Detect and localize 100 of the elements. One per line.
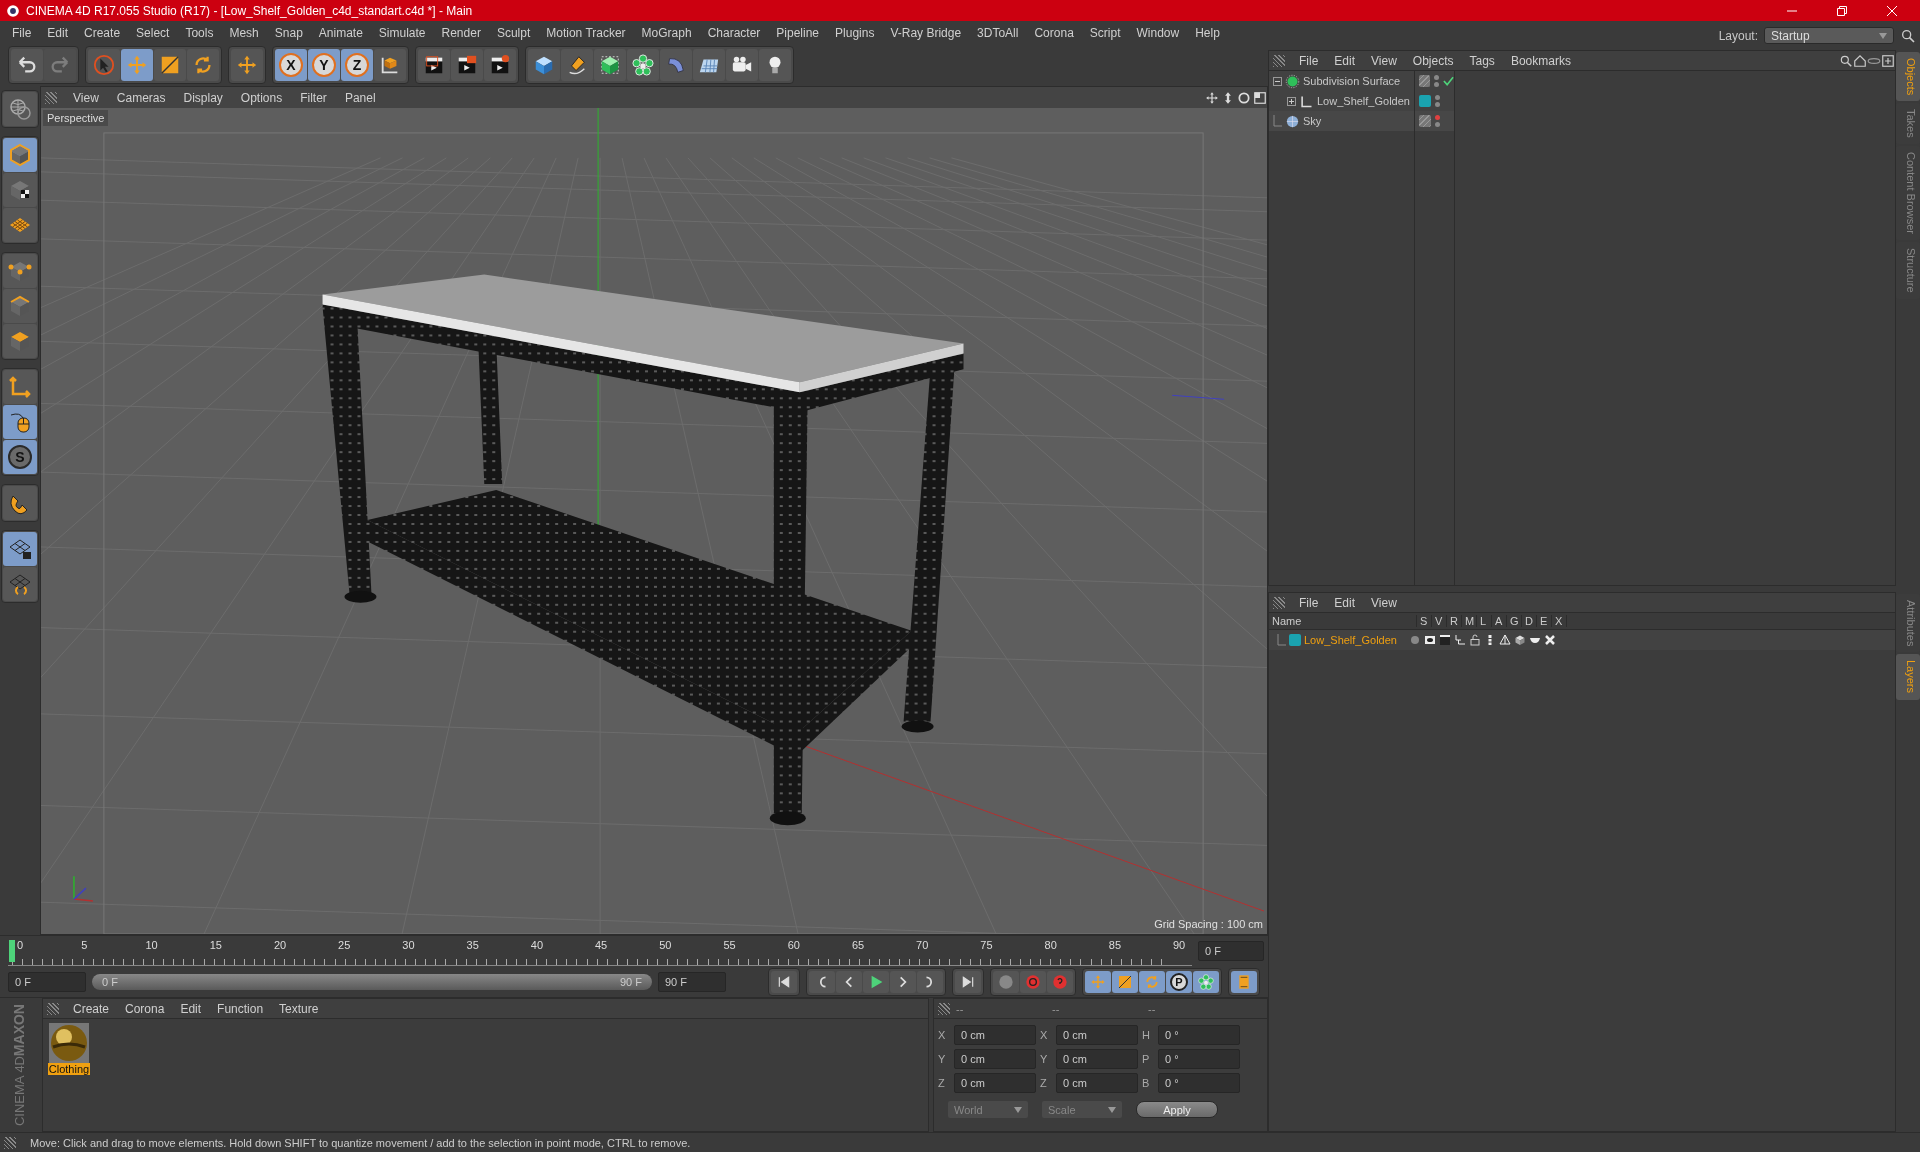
menu-item[interactable]: Edit <box>39 25 77 40</box>
menu-item[interactable]: Window <box>1128 25 1188 40</box>
menu-item[interactable]: Bookmarks <box>1502 53 1579 68</box>
axis-lock-button[interactable]: X <box>275 49 307 81</box>
menu-item[interactable]: Render <box>433 25 489 40</box>
coordinate-system-button[interactable] <box>374 49 406 81</box>
scale-tool-button[interactable] <box>154 49 186 81</box>
layout-dropdown[interactable]: Startup <box>1764 27 1894 44</box>
rotation-field[interactable]: 0 ° <box>1158 1025 1240 1045</box>
end-frame-field[interactable]: 90 F <box>658 972 726 992</box>
position-field[interactable]: 0 cm <box>954 1049 1036 1069</box>
menu-item[interactable]: Help <box>1187 25 1228 40</box>
menu-item[interactable]: Motion Tracker <box>538 25 634 40</box>
menu-item[interactable]: Display <box>175 90 231 105</box>
axis-lock-button[interactable]: Y <box>308 49 340 81</box>
render-view-button[interactable] <box>418 49 450 81</box>
cloner-button[interactable] <box>627 49 659 81</box>
rotation-field[interactable]: 0 ° <box>1158 1049 1240 1069</box>
menu-item[interactable]: Edit <box>172 1001 210 1016</box>
menu-item[interactable]: Select <box>128 25 178 40</box>
object-row[interactable]: Subdivision Surface <box>1269 71 1414 91</box>
visibility-dots[interactable] <box>1435 115 1440 127</box>
render-button[interactable] <box>451 49 483 81</box>
rotation-field[interactable]: 0 ° <box>1158 1073 1240 1093</box>
menu-item[interactable]: File <box>1291 53 1327 68</box>
menu-item[interactable]: Edit <box>1326 53 1364 68</box>
size-field[interactable]: 0 cm <box>1056 1025 1138 1045</box>
select-tool-button[interactable] <box>88 49 120 81</box>
position-field[interactable]: 0 cm <box>954 1073 1036 1093</box>
menu-item[interactable]: View <box>1363 53 1405 68</box>
camera-button[interactable] <box>726 49 758 81</box>
layer-color-swatch[interactable] <box>1289 634 1301 646</box>
light-button[interactable] <box>759 49 791 81</box>
menu-item[interactable]: File <box>1291 595 1327 610</box>
next-key-button[interactable] <box>917 971 943 993</box>
menu-item[interactable]: Filter <box>292 90 335 105</box>
floor-button[interactable] <box>693 49 725 81</box>
key-track-button[interactable]: P <box>1166 971 1192 993</box>
render-settings-button[interactable] <box>484 49 516 81</box>
mode-tool-button[interactable] <box>3 532 37 566</box>
menu-item[interactable]: Corona <box>1026 25 1082 40</box>
pen-button[interactable] <box>561 49 593 81</box>
record-button[interactable] <box>1020 971 1046 993</box>
previous-key-button[interactable] <box>809 971 835 993</box>
menu-item[interactable]: Panel <box>336 90 384 105</box>
next-frame-button[interactable] <box>890 971 916 993</box>
apply-button[interactable]: Apply <box>1136 1101 1218 1118</box>
axis-lock-button[interactable]: Z <box>341 49 373 81</box>
menu-item[interactable]: Simulate <box>370 25 434 40</box>
rotate-tool-button[interactable] <box>187 49 219 81</box>
menu-item[interactable]: Sculpt <box>488 25 539 40</box>
menu-item[interactable]: Script <box>1081 25 1129 40</box>
menu-item[interactable]: Create <box>76 25 129 40</box>
menu-item[interactable]: Animate <box>310 25 371 40</box>
menu-item[interactable]: Snap <box>266 25 311 40</box>
expand-toggle[interactable] <box>1273 76 1282 86</box>
menu-item[interactable]: MoGraph <box>633 25 700 40</box>
menu-item[interactable]: Cameras <box>108 90 174 105</box>
play-button[interactable] <box>863 971 889 993</box>
mode-tool-button[interactable]: S <box>3 440 37 474</box>
deformer-button[interactable] <box>660 49 692 81</box>
menu-item[interactable]: Create <box>65 1001 118 1016</box>
menu-item[interactable]: Options <box>232 90 291 105</box>
menu-item[interactable]: Mesh <box>221 25 267 40</box>
menu-item[interactable]: Tags <box>1461 53 1503 68</box>
size-field[interactable]: 0 cm <box>1056 1049 1138 1069</box>
menu-item[interactable]: 3DToAll <box>969 25 1027 40</box>
menu-item[interactable]: Texture <box>271 1001 327 1016</box>
auto-key-button[interactable] <box>1047 971 1073 993</box>
cube-button[interactable] <box>528 49 560 81</box>
visibility-dots[interactable] <box>1435 95 1440 107</box>
material-name[interactable]: Clothing <box>47 1063 91 1075</box>
current-frame-field[interactable]: 0 F <box>1198 941 1264 961</box>
menu-item[interactable]: Objects <box>1404 53 1462 68</box>
menu-item[interactable]: Corona <box>117 1001 173 1016</box>
layer-tag[interactable] <box>1419 75 1430 87</box>
previous-frame-button[interactable] <box>836 971 862 993</box>
menu-item[interactable]: Function <box>209 1001 272 1016</box>
side-tab[interactable]: Objects <box>1896 52 1920 102</box>
layer-tag[interactable] <box>1419 115 1431 127</box>
start-frame-field[interactable]: 0 F <box>8 972 86 992</box>
size-field[interactable]: 0 cm <box>1056 1073 1138 1093</box>
menu-item[interactable]: Tools <box>177 25 222 40</box>
visibility-dots[interactable] <box>1434 75 1439 87</box>
layer-row[interactable]: Low_Shelf_Golden <box>1269 630 1895 650</box>
menu-item[interactable]: View <box>1363 595 1405 610</box>
menu-item[interactable]: File <box>4 25 40 40</box>
mode-tool-button[interactable] <box>3 173 37 207</box>
side-tab[interactable]: Layers <box>1896 654 1920 700</box>
undo-button[interactable] <box>11 49 43 81</box>
menu-item[interactable]: Pipeline <box>768 25 828 40</box>
expand-toggle[interactable] <box>1287 96 1296 106</box>
subdivision-button[interactable] <box>594 49 626 81</box>
menu-item[interactable]: Character <box>699 25 769 40</box>
menu-item[interactable]: View <box>65 90 107 105</box>
menu-item[interactable]: V-Ray Bridge <box>882 25 970 40</box>
layer-tag[interactable] <box>1419 95 1431 107</box>
menu-item[interactable]: Plugins <box>827 25 883 40</box>
menu-item[interactable]: Edit <box>1326 595 1364 610</box>
position-field[interactable]: 0 cm <box>954 1025 1036 1045</box>
